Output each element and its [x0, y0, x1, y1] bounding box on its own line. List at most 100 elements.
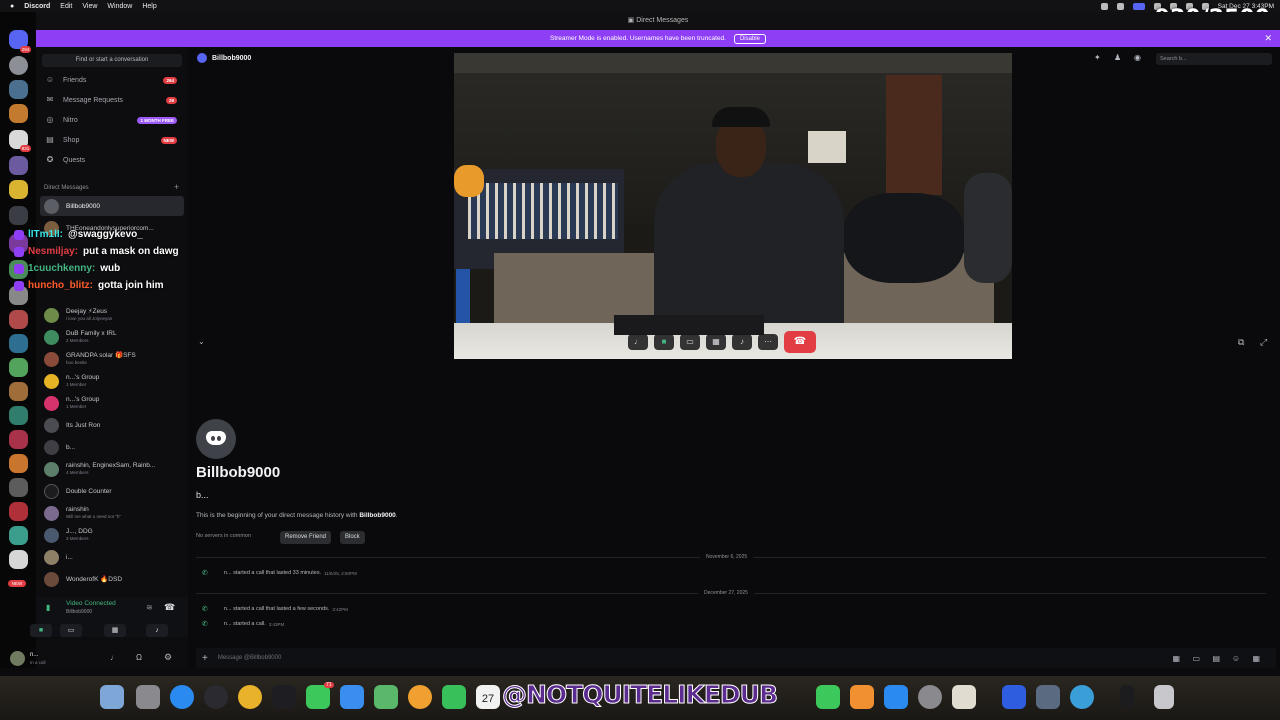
sticker-icon[interactable]: ▤	[1212, 654, 1220, 663]
call-user[interactable]: n...	[224, 570, 232, 576]
server-icon[interactable]	[9, 156, 28, 175]
facetime-icon[interactable]	[442, 685, 466, 709]
server-icon[interactable]	[9, 430, 28, 449]
nav-shop[interactable]: ▤ Shop NEW	[42, 132, 182, 148]
activities-button[interactable]: ▦	[104, 624, 126, 637]
server-icon[interactable]	[9, 382, 28, 401]
soundboard-button[interactable]: ♪	[732, 334, 752, 350]
gift-icon[interactable]: ▦	[1172, 654, 1180, 663]
server-icon[interactable]	[9, 334, 28, 353]
chevron-down-icon[interactable]: ⌄	[198, 337, 205, 346]
server-icon[interactable]	[9, 80, 28, 99]
call-user[interactable]: n...	[224, 606, 232, 612]
popout-icon[interactable]: ⧉	[1238, 337, 1244, 348]
obs-icon[interactable]	[204, 685, 228, 709]
add-friends-icon[interactable]: ♟	[1114, 53, 1121, 62]
avatar[interactable]	[10, 651, 25, 666]
disconnect-icon[interactable]: ☎	[164, 602, 175, 613]
emoji-icon[interactable]: ☺	[1232, 654, 1240, 663]
leave-call-button[interactable]: ☎	[784, 331, 816, 353]
dm-item[interactable]: i...	[40, 547, 184, 567]
status-icon[interactable]	[1116, 2, 1124, 10]
server-icon[interactable]	[9, 358, 28, 377]
nav-friends[interactable]: ☺ Friends 264	[42, 72, 182, 88]
headphones-icon[interactable]: Ω	[136, 653, 142, 662]
dm-item[interactable]: GRANDPA solar 🎁SFS hoo bestie	[40, 349, 184, 369]
server-icon[interactable]	[9, 454, 28, 473]
server-icon[interactable]	[9, 478, 28, 497]
nav-nitro[interactable]: ◎ Nitro 1 MONTH FREE	[42, 112, 182, 128]
block-button[interactable]: Block	[340, 531, 365, 544]
menu-app-name[interactable]: Discord	[24, 3, 50, 10]
maps-icon[interactable]	[374, 685, 398, 709]
server-icon[interactable]	[9, 502, 28, 521]
dm-item[interactable]: b...	[40, 437, 184, 457]
dm-item[interactable]: rainshin, EnginexSam, Rainb... 4 Members	[40, 459, 184, 479]
status-icon[interactable]	[1100, 2, 1108, 10]
microphone-icon[interactable]: ♩	[110, 653, 118, 662]
preview-icon[interactable]	[1070, 685, 1094, 709]
call-user[interactable]: n...	[224, 621, 232, 627]
server-icon[interactable]	[9, 526, 28, 545]
camera-button[interactable]: ■	[30, 624, 52, 637]
roblox-icon[interactable]	[1002, 685, 1026, 709]
chrome-icon[interactable]	[238, 685, 262, 709]
phone-mirror-icon[interactable]	[1120, 685, 1134, 709]
server-icon[interactable]	[9, 104, 28, 123]
menu-window[interactable]: Window	[107, 3, 132, 10]
pin-icon[interactable]: ✦	[1094, 53, 1101, 62]
status-icon[interactable]	[1132, 2, 1145, 10]
launchpad-icon[interactable]	[136, 685, 160, 709]
window-preview-icon[interactable]	[1036, 685, 1060, 709]
dm-item[interactable]: rainshin Will me what u need not "h"	[40, 503, 184, 523]
safari-icon[interactable]	[170, 685, 194, 709]
fullscreen-icon[interactable]: ⤢	[1260, 337, 1267, 348]
pages-icon[interactable]	[850, 685, 874, 709]
server-icon[interactable]	[9, 310, 28, 329]
app-store-icon[interactable]	[884, 685, 908, 709]
dm-item[interactable]: WonderofK 🔥DSD	[40, 569, 184, 589]
server-icon[interactable]	[9, 206, 28, 225]
dm-item[interactable]: n...'s Group 1 Member	[40, 371, 184, 391]
messages-icon[interactable]	[306, 685, 330, 709]
dm-item[interactable]: J..., DDG 3 Members	[40, 525, 184, 545]
apple-icon[interactable]: ●	[10, 3, 14, 10]
noise-suppression-icon[interactable]: ≋	[146, 603, 153, 612]
settings-icon[interactable]	[918, 685, 942, 709]
screen-share-button[interactable]: ▭	[60, 624, 82, 637]
user-profile-icon[interactable]: ◉	[1134, 53, 1141, 62]
server-icon[interactable]	[9, 550, 28, 569]
server-icon[interactable]	[9, 406, 28, 425]
dm-item[interactable]: Deejay ⚡Zeus i love you all Jolyneyan	[40, 305, 184, 325]
photos-icon[interactable]	[408, 685, 432, 709]
menu-edit[interactable]: Edit	[60, 3, 72, 10]
mail-icon[interactable]	[340, 685, 364, 709]
nav-quests[interactable]: ✪ Quests	[42, 152, 182, 168]
dm-item[interactable]: Its Just Ron	[40, 415, 184, 435]
apps-icon[interactable]: ▦	[1252, 654, 1260, 663]
dm-item[interactable]: DuB Family x IRL 2 Members	[40, 327, 184, 347]
create-dm-icon[interactable]: +	[174, 182, 179, 192]
camera-toggle-button[interactable]: ■	[654, 334, 674, 350]
dm-item[interactable]: n...'s Group 1 Member	[40, 393, 184, 413]
dm-item[interactable]: Billbob9000	[40, 196, 184, 216]
soundboard-button[interactable]: ♪	[146, 624, 168, 637]
close-icon[interactable]: ✕	[1264, 33, 1272, 44]
mute-button[interactable]: ♩	[628, 334, 648, 350]
find-conversation-button[interactable]: Find or start a conversation	[42, 54, 182, 67]
trash-icon[interactable]	[1154, 685, 1174, 709]
disable-streamer-mode-button[interactable]: Disable	[733, 33, 766, 44]
screen-share-button[interactable]: ▭	[680, 334, 700, 350]
activities-button[interactable]: ▦	[706, 334, 726, 350]
dm-item[interactable]: Double Counter	[40, 481, 184, 501]
more-options-button[interactable]: ⋯	[758, 334, 778, 350]
menu-view[interactable]: View	[82, 3, 97, 10]
server-icon[interactable]	[9, 180, 28, 199]
finder-icon[interactable]	[100, 685, 124, 709]
numbers-icon[interactable]	[816, 685, 840, 709]
attach-icon[interactable]: +	[202, 653, 208, 664]
video-stream[interactable]	[454, 53, 1012, 359]
search-input[interactable]: Search b...	[1156, 53, 1272, 65]
message-input[interactable]: Message @Billbob9000	[218, 655, 281, 661]
menu-help[interactable]: Help	[142, 3, 156, 10]
